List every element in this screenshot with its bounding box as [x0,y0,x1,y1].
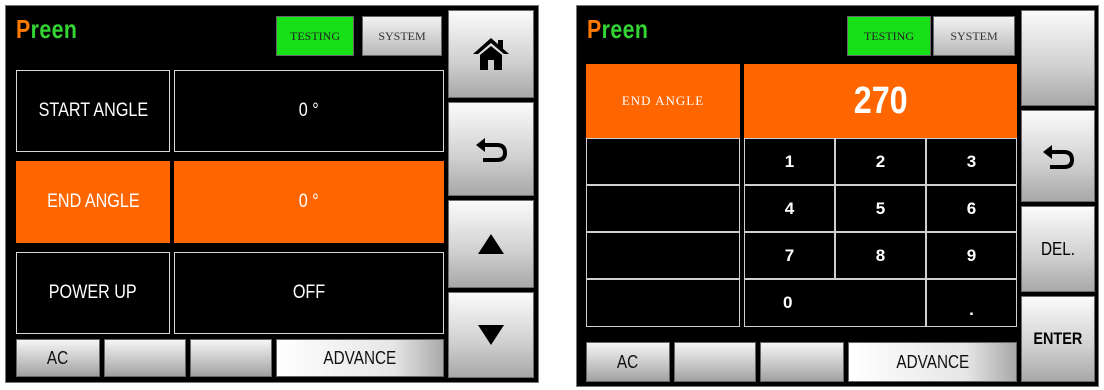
scroll-down-button[interactable] [448,292,534,378]
key-label: 1 [784,151,795,171]
row-value-text: 0 ° [299,100,319,121]
ac-label: AC [617,351,639,372]
blank-button-1[interactable] [104,339,186,377]
key-label: 9 [966,245,977,265]
tab-system-label: SYSTEM [950,28,998,43]
row-label-text: POWER UP [49,282,137,303]
settings-screen: Preen TESTING SYSTEM START ANGLE 0 ° END… [5,5,539,383]
brand-logo: Preen [16,14,77,45]
ac-button[interactable]: AC [586,342,670,382]
blank-row-cell [586,279,740,327]
back-arrow-icon [476,138,508,162]
key-2[interactable]: 2 [835,138,926,185]
key-1[interactable]: 1 [744,138,835,185]
key-8[interactable]: 8 [835,232,926,279]
end-angle-label[interactable]: END ANGLE [16,161,170,243]
logo-text-rest: reen [30,14,78,44]
field-label-text: END ANGLE [621,93,705,108]
enter-button[interactable]: ENTER [1021,296,1095,382]
blank-row-cell [586,232,740,279]
entry-display: 270 [744,64,1017,138]
end-angle-value[interactable]: 0 ° [174,161,444,243]
key-0[interactable]: 0 [744,279,926,327]
tab-system[interactable]: SYSTEM [933,16,1015,56]
down-arrow-icon [478,325,504,345]
key-4[interactable]: 4 [744,185,835,232]
row-label-text: END ANGLE [46,191,140,212]
start-angle-value[interactable]: 0 ° [174,70,444,152]
key-7[interactable]: 7 [744,232,835,279]
blank-row-cell [586,138,740,185]
advance-label: ADVANCE [323,347,397,368]
key-3[interactable]: 3 [926,138,1017,185]
ac-button[interactable]: AC [16,339,100,377]
row-value-text: 0 ° [299,191,319,212]
tab-testing-label: TESTING [290,28,340,43]
start-angle-label[interactable]: START ANGLE [16,70,170,152]
key-label: 5 [875,198,886,218]
home-icon [473,38,509,70]
tab-system-label: SYSTEM [378,28,426,43]
key-6[interactable]: 6 [926,185,1017,232]
key-label: 3 [966,151,977,171]
key-label: 0 [783,293,793,312]
home-button[interactable] [448,10,534,98]
tab-testing[interactable]: TESTING [276,16,354,56]
logo-text-rest: reen [601,14,649,44]
power-up-value[interactable]: OFF [174,252,444,334]
field-label: END ANGLE [586,64,740,138]
key-5[interactable]: 5 [835,185,926,232]
back-button[interactable] [1021,110,1095,202]
up-arrow-icon [478,234,504,254]
tab-system[interactable]: SYSTEM [362,16,442,56]
key-label: . [969,300,974,319]
delete-button[interactable]: DEL. [1021,206,1095,292]
scroll-up-button[interactable] [448,200,534,288]
delete-label: DEL. [1040,238,1076,259]
logo-letter-p: P [587,14,602,44]
key-label: 2 [875,151,886,171]
key-label: 6 [966,198,977,218]
brand-logo: Preen [587,14,648,45]
back-arrow-icon [1043,145,1075,169]
blank-button-2[interactable] [190,339,272,377]
key-label: 4 [784,198,795,218]
back-button[interactable] [448,102,534,196]
row-value-text: OFF [292,282,326,303]
key-9[interactable]: 9 [926,232,1017,279]
key-decimal-point[interactable]: . [926,279,1017,327]
keypad-screen: Preen TESTING SYSTEM END ANGLE 270 1 2 3… [576,5,1099,387]
advance-button[interactable]: ADVANCE [276,339,444,377]
row-label-text: START ANGLE [38,100,148,121]
logo-letter-p: P [16,14,31,44]
tab-testing[interactable]: TESTING [847,16,931,56]
blank-side-button[interactable] [1021,10,1095,106]
ac-label: AC [47,347,69,368]
advance-label: ADVANCE [896,351,969,372]
key-label: 7 [784,245,795,265]
advance-button[interactable]: ADVANCE [848,342,1017,382]
blank-button-1[interactable] [674,342,756,382]
power-up-label[interactable]: POWER UP [16,252,170,334]
blank-row-cell [586,185,740,232]
tab-testing-label: TESTING [864,28,914,43]
entry-value: 270 [853,79,908,122]
enter-label: ENTER [1033,329,1083,348]
blank-button-2[interactable] [760,342,844,382]
key-label: 8 [875,245,886,265]
